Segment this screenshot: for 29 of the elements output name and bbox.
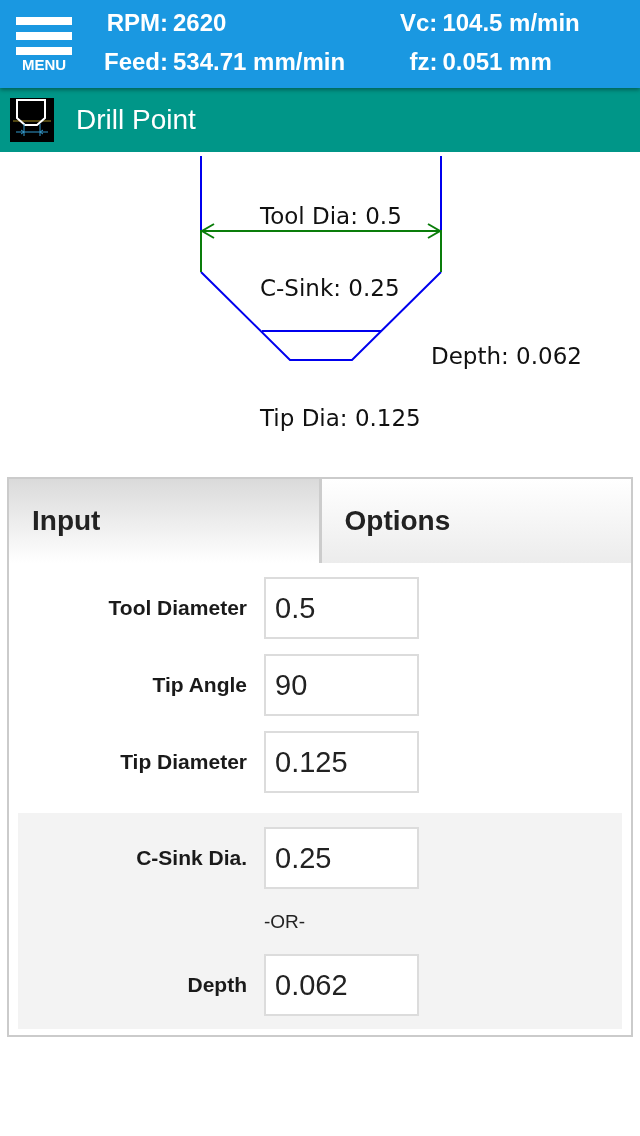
stat-label: fz: bbox=[408, 47, 438, 76]
dimension-label: C-Sink: 0.25 bbox=[260, 275, 400, 301]
field-label: Depth bbox=[186, 973, 247, 997]
field-label: Tip Diameter bbox=[119, 750, 247, 774]
stat-value: 0.051 mm bbox=[442, 47, 553, 76]
page-title: Drill Point bbox=[76, 104, 196, 136]
stat-value: 534.71 mm/min bbox=[173, 47, 347, 76]
extension-line bbox=[440, 229, 442, 273]
field-label: Tool Diameter bbox=[107, 596, 247, 620]
stat-label: Feed: bbox=[104, 47, 168, 76]
tab[interactable]: Options bbox=[318, 479, 631, 563]
extension-line bbox=[200, 229, 202, 273]
or-label: -OR- bbox=[264, 910, 306, 933]
menu-icon bbox=[16, 17, 72, 55]
dimension-label: Tip Dia: 0.125 bbox=[260, 405, 421, 431]
stat-label: RPM: bbox=[105, 8, 168, 37]
field-label: C-Sink Dia. bbox=[135, 846, 247, 870]
drill-point-icon bbox=[10, 98, 54, 142]
input-field[interactable]: 0.062 bbox=[264, 954, 419, 1016]
stat-label: Vc: bbox=[400, 8, 438, 37]
field-label: Tip Angle bbox=[151, 673, 247, 697]
input-field[interactable]: 90 bbox=[264, 654, 419, 716]
stat-value: 104.5 m/min bbox=[442, 8, 580, 37]
input-field[interactable]: 0.25 bbox=[264, 827, 419, 889]
dimension-label: Depth: 0.062 bbox=[431, 343, 582, 369]
dimension-label: Tool Dia: 0.5 bbox=[260, 203, 402, 229]
stat-value: 2620 bbox=[173, 8, 228, 37]
input-field[interactable]: 0.125 bbox=[264, 731, 419, 793]
input-field[interactable]: 0.5 bbox=[264, 577, 419, 639]
